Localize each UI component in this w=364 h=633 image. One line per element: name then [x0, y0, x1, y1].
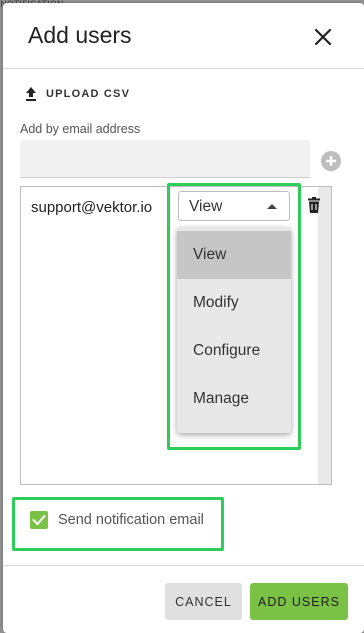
dialog-title: Add users	[28, 22, 132, 48]
close-icon[interactable]	[311, 25, 335, 49]
highlight-permission-dropdown	[167, 183, 301, 450]
highlight-notification	[12, 497, 224, 551]
add-users-button[interactable]: ADD USERS	[250, 583, 348, 620]
upload-csv-label: UPLOAD CSV	[46, 88, 131, 100]
trash-icon[interactable]	[307, 197, 321, 213]
footer-divider	[3, 565, 364, 566]
add-users-dialog: Add users UPLOAD CSV Add by email addres…	[3, 3, 364, 633]
header-divider	[3, 68, 364, 69]
cancel-button[interactable]: CANCEL	[165, 583, 242, 620]
email-field[interactable]	[20, 140, 310, 178]
email-field-label: Add by email address	[20, 122, 141, 136]
upload-csv-button[interactable]: UPLOAD CSV	[25, 86, 130, 102]
user-email: support@vektor.io	[31, 199, 153, 216]
add-circle-icon[interactable]	[320, 150, 342, 172]
upload-icon	[26, 87, 36, 101]
list-scrollbar[interactable]	[318, 187, 331, 484]
